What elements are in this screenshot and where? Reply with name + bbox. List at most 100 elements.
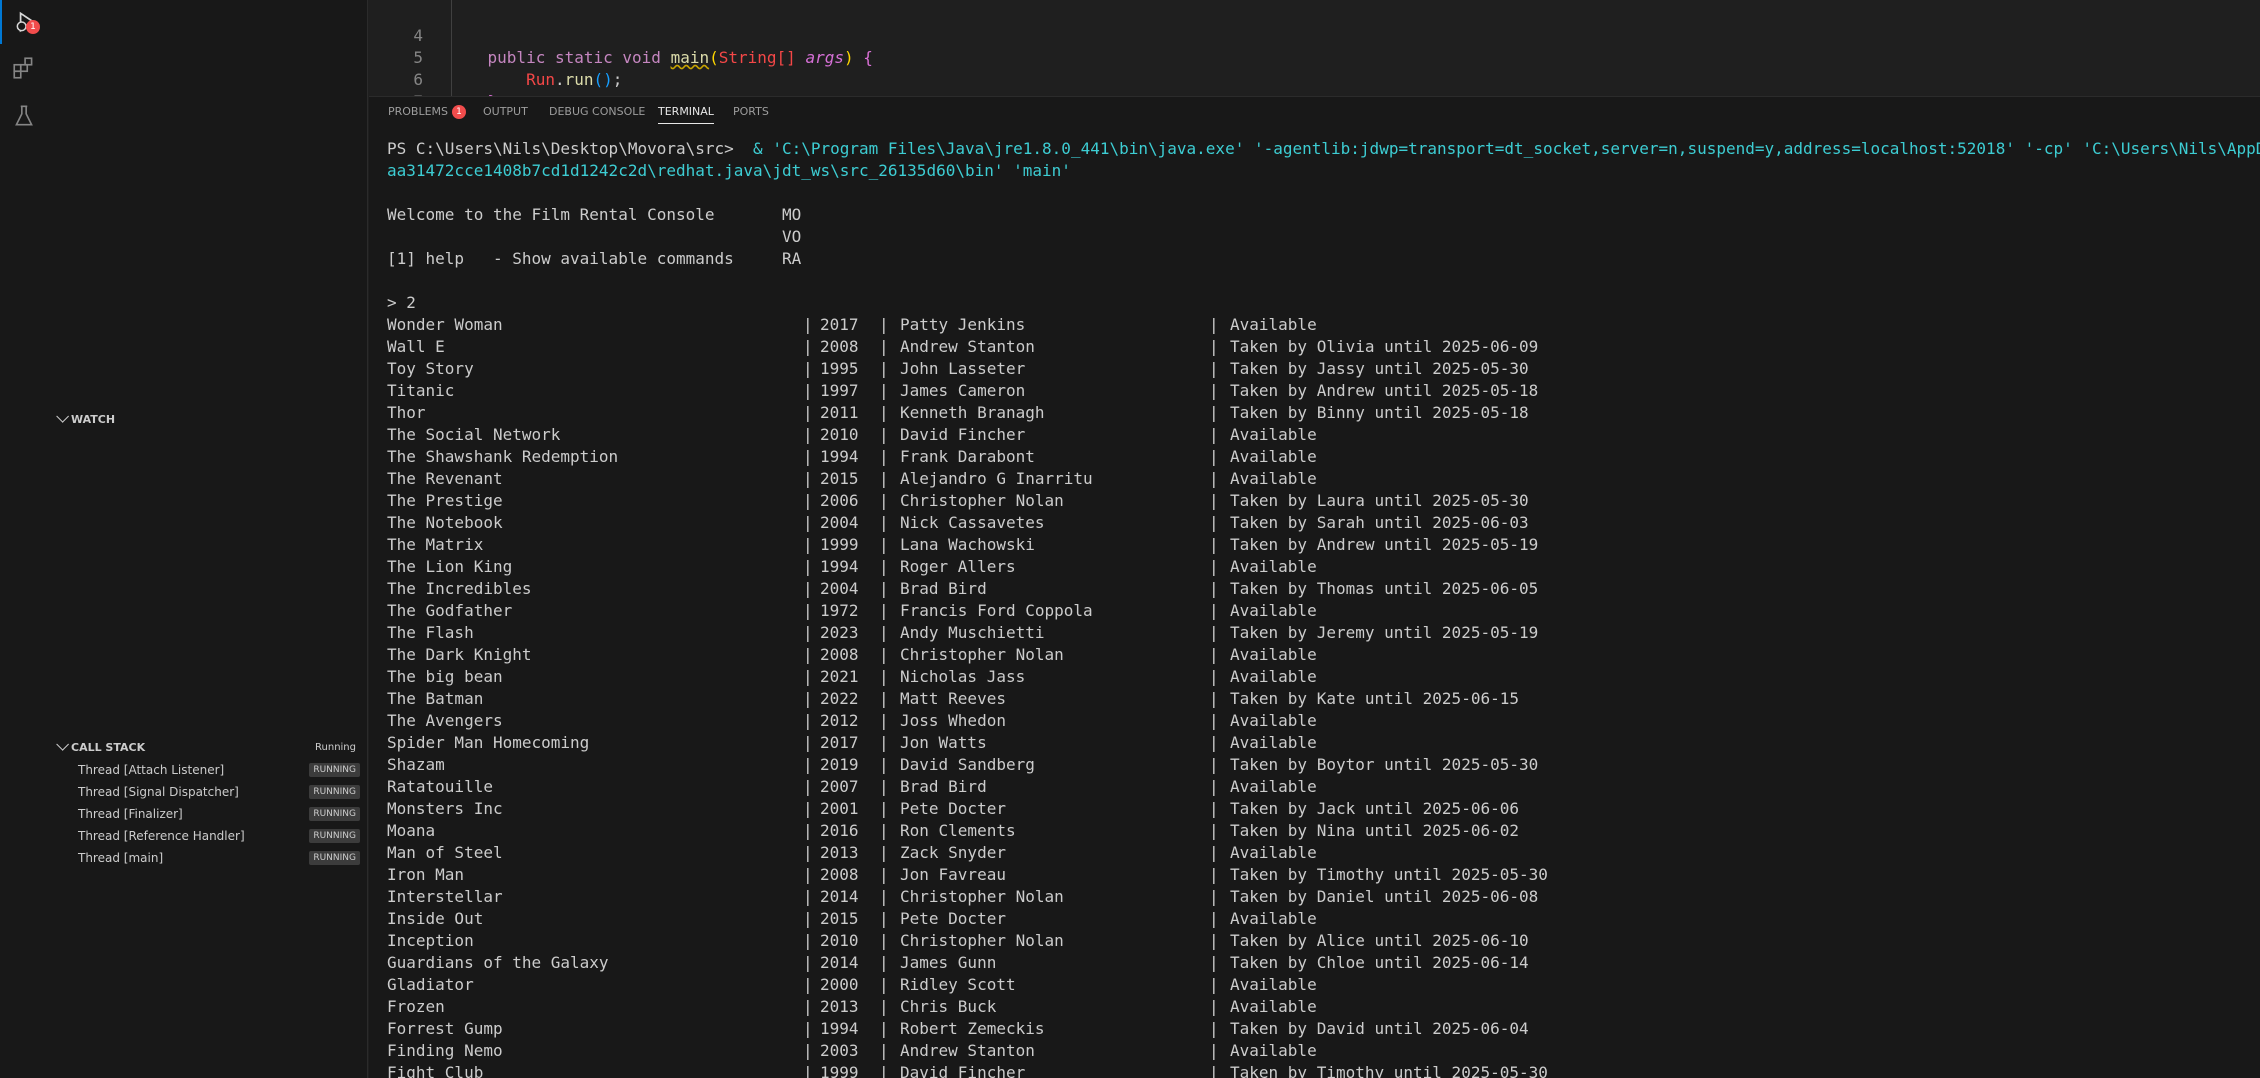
movie-year: 2008 bbox=[820, 337, 859, 356]
movie-row: Fight Club | 1999 | David Fincher | Taken by T… bbox=[387, 1062, 2257, 1078]
column-separator: | bbox=[1209, 645, 1219, 664]
movie-year: 2015 bbox=[820, 909, 859, 928]
column-separator: | bbox=[1209, 491, 1219, 510]
column-separator: | bbox=[1209, 821, 1219, 840]
movie-row: Forrest Gump | 1994 | Robert Zemeckis | Taken … bbox=[387, 1018, 2257, 1040]
movie-year: 2016 bbox=[820, 821, 859, 840]
column-separator: | bbox=[879, 689, 889, 708]
tab-debug-console[interactable]: DEBUG CONSOLE bbox=[549, 97, 645, 127]
column-separator: | bbox=[879, 381, 889, 400]
movie-status: Taken by Jeremy until 2025-05-19 bbox=[1230, 623, 1539, 642]
tab-output[interactable]: OUTPUT bbox=[483, 97, 528, 127]
movie-year: 2017 bbox=[820, 315, 859, 334]
movie-director: Matt Reeves bbox=[900, 689, 1006, 708]
movie-director: James Gunn bbox=[900, 953, 997, 972]
movie-status: Available bbox=[1230, 711, 1317, 730]
movie-status: Available bbox=[1230, 997, 1317, 1016]
column-separator: | bbox=[803, 557, 813, 576]
column-separator: | bbox=[1209, 689, 1219, 708]
movie-row: The Godfather | 1972 | Francis Ford Coppola |… bbox=[387, 600, 2257, 622]
column-separator: | bbox=[879, 975, 889, 994]
movie-director: Joss Whedon bbox=[900, 711, 1006, 730]
column-separator: | bbox=[879, 777, 889, 796]
movie-director: Andrew Stanton bbox=[900, 1041, 1035, 1060]
column-separator: | bbox=[803, 469, 813, 488]
terminal-command-line: PS C:\Users\Nils\Desktop\Movora\src> & '… bbox=[387, 138, 2260, 160]
column-separator: | bbox=[879, 1019, 889, 1038]
problems-badge: 1 bbox=[452, 105, 467, 119]
column-separator: | bbox=[803, 887, 813, 906]
movie-row: Thor | 2011 | Kenneth Branagh | Taken by Binny… bbox=[387, 402, 2257, 424]
movie-status: Taken by Binny until 2025-05-18 bbox=[1230, 403, 1529, 422]
column-separator: | bbox=[803, 1063, 813, 1078]
movie-row: Titanic | 1997 | James Cameron | Taken by Andr… bbox=[387, 380, 2257, 402]
tab-ports[interactable]: PORTS bbox=[733, 97, 769, 127]
run-debug-icon[interactable]: 1 bbox=[0, 0, 50, 44]
tab-problems[interactable]: PROBLEMS 1 bbox=[388, 97, 467, 127]
movie-row: Inside Out | 2015 | Pete Docter | Available bbox=[387, 908, 2257, 930]
movie-row: The Notebook | 2004 | Nick Cassavetes | Taken … bbox=[387, 512, 2257, 534]
column-separator: | bbox=[1209, 425, 1219, 444]
column-separator: | bbox=[803, 623, 813, 642]
column-separator: | bbox=[803, 689, 813, 708]
thread-item[interactable]: Thread [Reference Handler] RUNNING bbox=[78, 825, 360, 847]
movie-year: 2008 bbox=[820, 645, 859, 664]
movie-title: The Revenant bbox=[387, 469, 503, 488]
movie-status: Available bbox=[1230, 315, 1317, 334]
movie-year: 2008 bbox=[820, 865, 859, 884]
movie-director: Brad Bird bbox=[900, 777, 987, 796]
movie-director: Ridley Scott bbox=[900, 975, 1016, 994]
column-separator: | bbox=[1209, 953, 1219, 972]
column-separator: | bbox=[803, 425, 813, 444]
column-separator: | bbox=[1209, 1019, 1219, 1038]
column-separator: | bbox=[879, 733, 889, 752]
tab-terminal[interactable]: TERMINAL bbox=[658, 97, 714, 127]
movie-title: Inception bbox=[387, 931, 474, 950]
terminal[interactable]: PS C:\Users\Nils\Desktop\Movora\src> & '… bbox=[369, 127, 2260, 1078]
movie-status: Available bbox=[1230, 975, 1317, 994]
column-separator: | bbox=[879, 491, 889, 510]
column-separator: | bbox=[1209, 513, 1219, 532]
column-separator: | bbox=[803, 601, 813, 620]
column-separator: | bbox=[1209, 711, 1219, 730]
column-separator: | bbox=[803, 645, 813, 664]
column-separator: | bbox=[879, 953, 889, 972]
movie-status: Taken by Alice until 2025-06-10 bbox=[1230, 931, 1529, 950]
call-stack-section-header[interactable]: CALL STACK Running bbox=[48, 737, 368, 759]
movie-row: The Social Network | 2010 | David Fincher | Av… bbox=[387, 424, 2257, 446]
thread-item[interactable]: Thread [Attach Listener] RUNNING bbox=[78, 759, 360, 781]
column-separator: | bbox=[803, 491, 813, 510]
movie-status: Available bbox=[1230, 777, 1317, 796]
movie-year: 2021 bbox=[820, 667, 859, 686]
column-separator: | bbox=[1209, 667, 1219, 686]
column-separator: | bbox=[879, 667, 889, 686]
column-separator: | bbox=[879, 887, 889, 906]
thread-item[interactable]: Thread [Finalizer] RUNNING bbox=[78, 803, 360, 825]
thread-item[interactable]: Thread [main] RUNNING bbox=[78, 847, 360, 869]
column-separator: | bbox=[1209, 337, 1219, 356]
welcome-line: VO bbox=[387, 227, 802, 246]
watch-section-header[interactable]: WATCH bbox=[48, 409, 368, 431]
movie-row: The Revenant | 2015 | Alejandro G Inarritu | A… bbox=[387, 468, 2257, 490]
column-separator: | bbox=[1209, 447, 1219, 466]
code-line: 5 Run.run(); bbox=[369, 25, 2260, 89]
chevron-down-icon bbox=[56, 738, 69, 751]
thread-item[interactable]: Thread [Signal Dispatcher] RUNNING bbox=[78, 781, 360, 803]
movie-title: The Matrix bbox=[387, 535, 484, 554]
movie-status: Taken by Daniel until 2025-06-08 bbox=[1230, 887, 1539, 906]
column-separator: | bbox=[1209, 887, 1219, 906]
extensions-icon[interactable] bbox=[0, 46, 48, 90]
chevron-down-icon bbox=[56, 410, 69, 423]
testing-icon[interactable] bbox=[0, 94, 48, 138]
movie-title: Titanic bbox=[387, 381, 455, 400]
movie-status: Taken by Jack until 2025-06-06 bbox=[1230, 799, 1519, 818]
movie-title: Gladiator bbox=[387, 975, 474, 994]
column-separator: | bbox=[879, 425, 889, 444]
movie-row: Iron Man | 2008 | Jon Favreau | Taken by Timot… bbox=[387, 864, 2257, 886]
movie-year: 2010 bbox=[820, 425, 859, 444]
column-separator: | bbox=[803, 997, 813, 1016]
column-separator: | bbox=[879, 315, 889, 334]
code-editor[interactable]: 4 public static void main(String[] args)… bbox=[369, 0, 2260, 97]
movie-year: 2012 bbox=[820, 711, 859, 730]
terminal-prompt: PS C:\Users\Nils\Desktop\Movora\src> bbox=[387, 139, 744, 158]
